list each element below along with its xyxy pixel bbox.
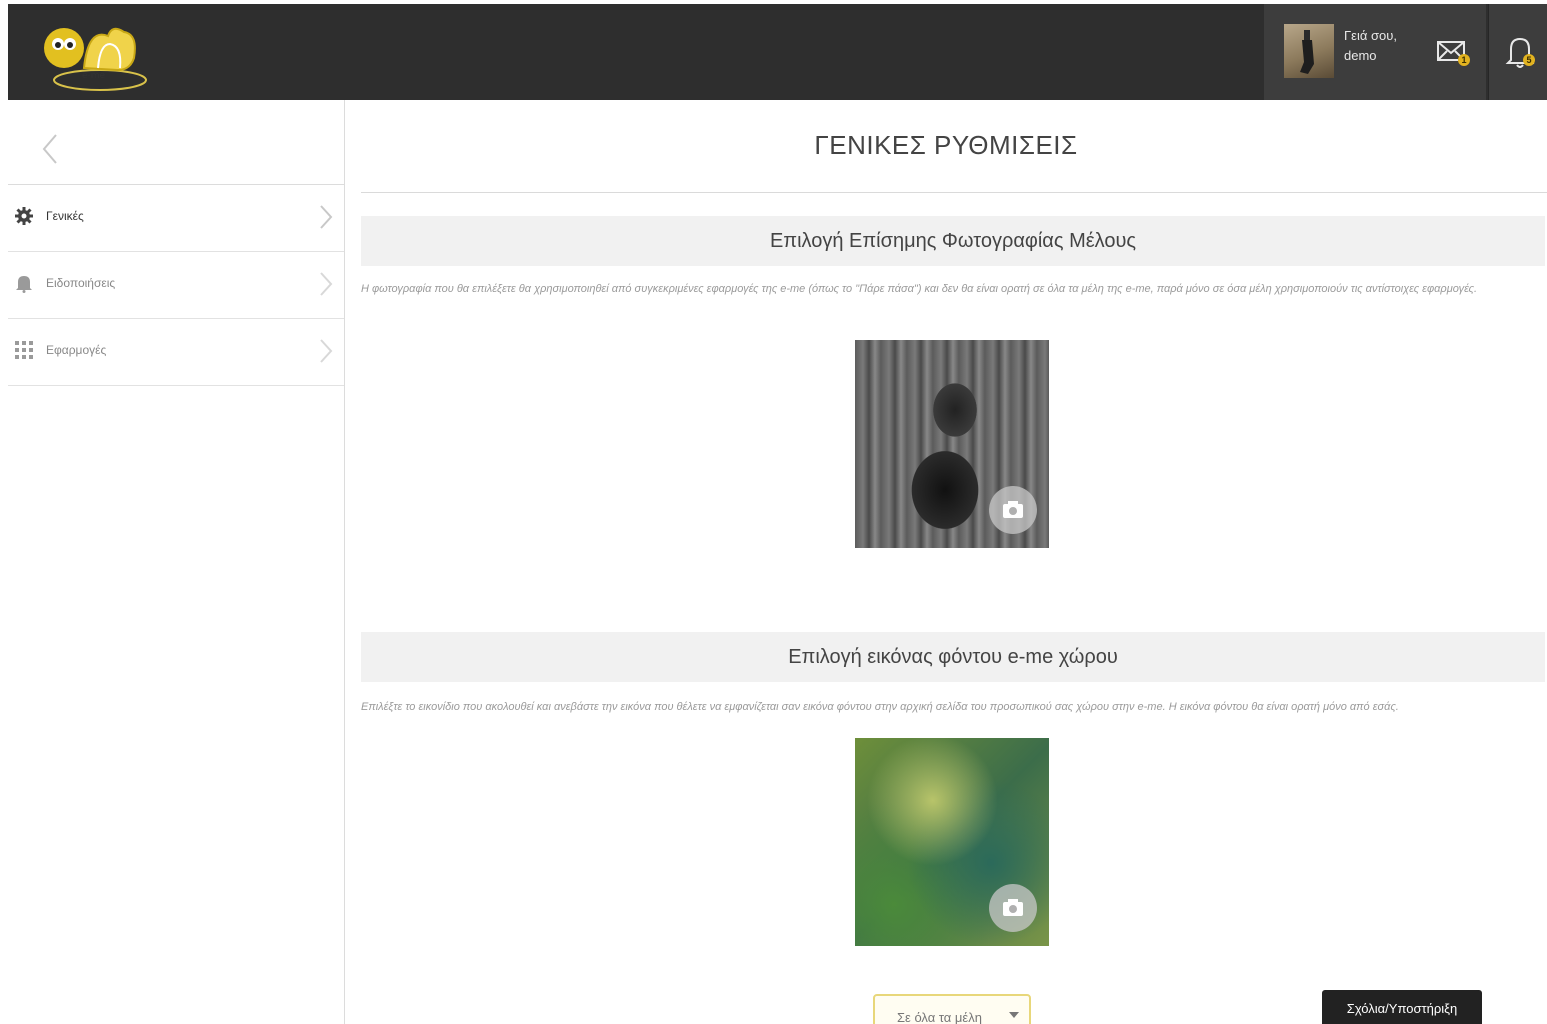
mail-badge: 1: [1458, 54, 1470, 66]
member-photo-section-header: Επιλογή Επίσημης Φωτογραφίας Μέλους: [361, 216, 1545, 266]
page-title: ΓΕΝΙΚΕΣ ΡΥΘΜΙΣΕΙΣ: [814, 130, 1078, 160]
user-greeting: Γειά σου, demo: [1344, 26, 1397, 66]
chevron-right-icon: [318, 337, 334, 365]
upload-background-button[interactable]: [989, 884, 1037, 932]
sidebar-item-apps[interactable]: Εφαρμογές: [8, 319, 344, 386]
apps-grid-icon: [14, 340, 34, 360]
sidebar-item-label: Γενικές: [46, 209, 84, 223]
logo-text: e-me: [82, 71, 106, 81]
upload-member-photo-button[interactable]: [989, 486, 1037, 534]
camera-icon: [1003, 899, 1023, 916]
member-photo-description: Η φωτογραφία που θα επιλέξετε θα χρησιμο…: [361, 283, 1478, 295]
member-photo: [855, 340, 1049, 548]
dropdown-selected-value: Σε όλα τα μέλη: [897, 1010, 982, 1024]
sidebar-item-general[interactable]: Γενικές: [8, 185, 344, 252]
gear-icon: [14, 206, 34, 226]
background-image-description: Επιλέξτε το εικονίδιο που ακολουθεί και …: [361, 701, 1399, 713]
section-heading: Επιλογή εικόνας φόντου e-me χώρου: [788, 646, 1118, 668]
greeting-text: Γειά σου,: [1344, 28, 1397, 43]
chevron-left-icon: [42, 134, 57, 164]
notifications-badge: 5: [1523, 54, 1535, 66]
back-button[interactable]: [38, 132, 62, 166]
e-me-logo[interactable]: e-me: [38, 14, 148, 94]
app-frame: e-me Γειά σου, demo 1 5 Γενικές Ειδοποιή…: [8, 4, 1547, 1024]
chevron-right-icon: [318, 203, 334, 231]
chevron-right-icon: [318, 270, 334, 298]
visibility-dropdown[interactable]: Σε όλα τα μέλη: [873, 994, 1031, 1024]
title-divider: [361, 192, 1547, 193]
caret-down-icon: [1009, 1012, 1019, 1018]
settings-sidebar: Γενικές Ειδοποιήσεις Εφαρμογές: [8, 100, 345, 1024]
messages-button[interactable]: 1: [1436, 38, 1472, 66]
avatar: [1284, 24, 1334, 78]
sidebar-item-label: Εφαρμογές: [46, 343, 107, 357]
sidebar-item-label: Ειδοποιήσεις: [46, 276, 116, 290]
section-heading: Επιλογή Επίσημης Φωτογραφίας Μέλους: [769, 230, 1137, 252]
background-image-preview: [855, 738, 1049, 946]
background-image-section-header: Επιλογή εικόνας φόντου e-me χώρου: [361, 632, 1545, 682]
sidebar-item-notifications[interactable]: Ειδοποιήσεις: [8, 252, 344, 319]
camera-icon: [1003, 501, 1023, 518]
feedback-support-tab[interactable]: Σχόλια/Υποστήριξη: [1322, 990, 1482, 1024]
top-bar: e-me Γειά σου, demo 1 5: [8, 4, 1547, 100]
notifications-button[interactable]: 5: [1503, 34, 1537, 70]
settings-content: ΓΕΝΙΚΕΣ ΡΥΘΜΙΣΕΙΣ Επιλογή Επίσημης Φωτογ…: [345, 100, 1547, 1024]
username: demo: [1344, 48, 1377, 63]
sidebar-back-row: [8, 100, 344, 185]
notifications-area: 5: [1488, 4, 1547, 100]
bell-icon: [14, 273, 34, 293]
